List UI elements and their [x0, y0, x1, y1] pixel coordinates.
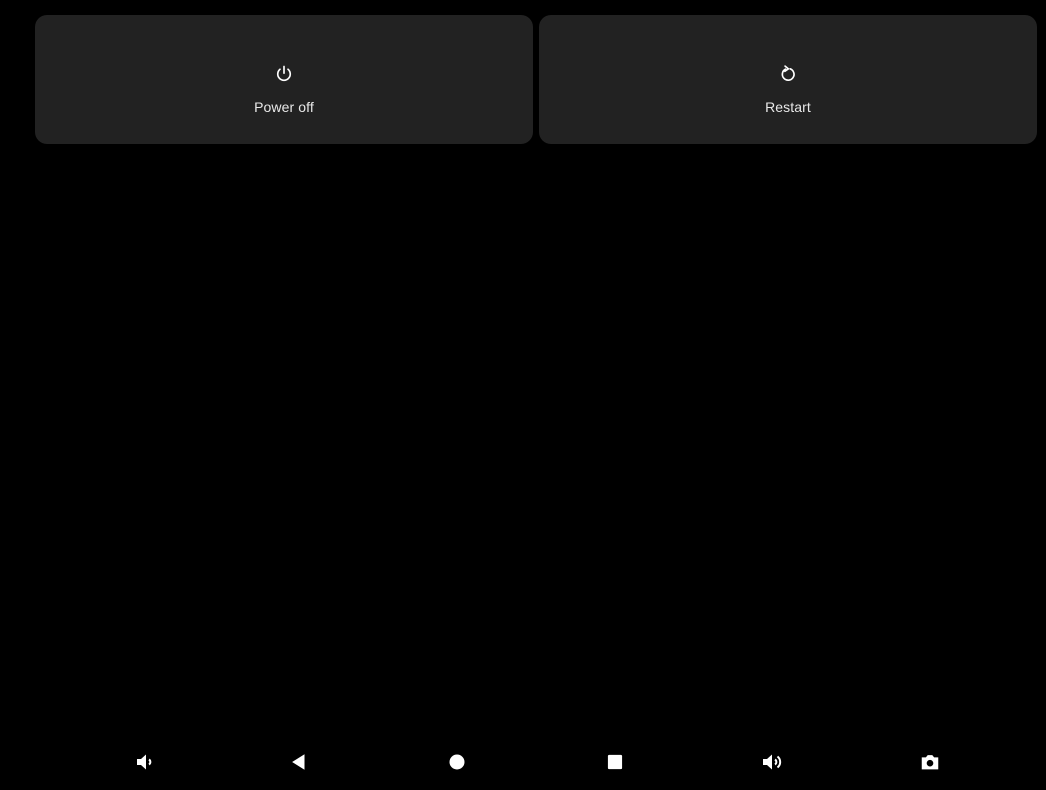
restart-icon: [777, 63, 799, 85]
volume-up-button[interactable]: [758, 750, 786, 778]
home-button[interactable]: [443, 750, 471, 778]
camera-icon: [919, 751, 941, 778]
power-icon: [273, 63, 295, 85]
home-icon: [447, 752, 467, 777]
navigation-bar: [0, 732, 1046, 790]
recents-button[interactable]: [601, 750, 629, 778]
screenshot-button[interactable]: [916, 750, 944, 778]
restart-button[interactable]: Restart: [539, 15, 1037, 144]
recents-icon: [605, 752, 625, 777]
restart-label: Restart: [765, 99, 811, 115]
power-off-label: Power off: [254, 99, 314, 115]
power-off-button[interactable]: Power off: [35, 15, 533, 144]
volume-down-icon: [132, 750, 156, 779]
volume-down-button[interactable]: [130, 750, 158, 778]
back-button[interactable]: [285, 750, 313, 778]
power-menu: Power off Restart: [35, 15, 1037, 144]
back-icon: [288, 751, 310, 778]
volume-up-icon: [760, 750, 784, 779]
power-menu-screen: Power off Restart: [0, 0, 1046, 790]
